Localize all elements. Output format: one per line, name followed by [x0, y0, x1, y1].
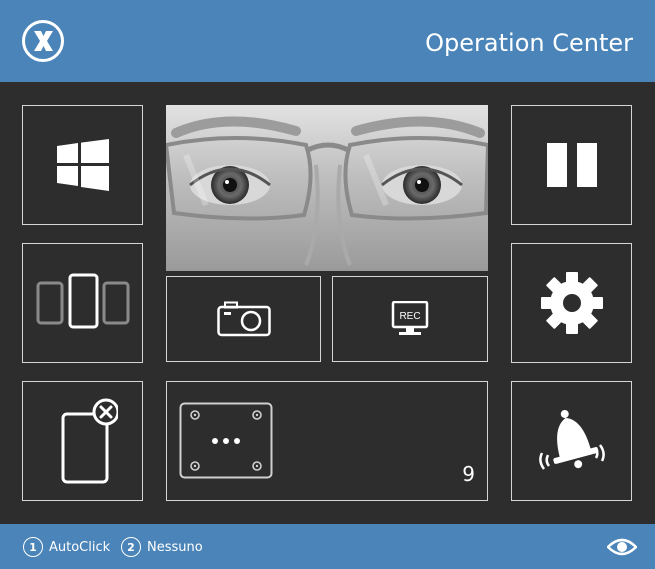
close-device-button[interactable]	[22, 381, 143, 501]
footer-item-nessuno[interactable]: 2 Nessuno	[121, 536, 203, 558]
eye-icon[interactable]	[607, 536, 637, 558]
calibration-grid-icon	[179, 402, 273, 479]
header-bar: Operation Center	[0, 0, 655, 82]
bell-icon	[538, 409, 605, 470]
footer-bar: 1 AutoClick 2 Nessuno	[0, 524, 655, 569]
rec-label: REC	[399, 311, 420, 322]
pause-icon	[546, 143, 597, 187]
close-circle-icon[interactable]	[21, 19, 65, 63]
device-switch-button[interactable]	[22, 243, 143, 363]
windows-button[interactable]	[22, 105, 143, 225]
calibration-button[interactable]: 9	[166, 381, 488, 501]
calibration-point-count: 9	[462, 462, 475, 486]
footer-item-number: 1	[23, 537, 43, 557]
footer-item-label: AutoClick	[49, 539, 111, 555]
record-screen-button[interactable]: REC	[332, 276, 488, 362]
camera-icon	[216, 301, 271, 337]
devices-icon	[36, 273, 129, 329]
screen-record-icon: REC	[391, 301, 429, 335]
settings-button[interactable]	[511, 243, 632, 363]
page-title: Operation Center	[425, 29, 633, 57]
alarm-button[interactable]	[511, 381, 632, 501]
device-close-icon	[61, 398, 118, 484]
windows-icon	[56, 139, 109, 191]
eye-camera-feed	[166, 105, 488, 271]
footer-item-number: 2	[121, 537, 141, 557]
footer-item-label: Nessuno	[147, 539, 203, 555]
footer-item-autoclick[interactable]: 1 AutoClick	[23, 536, 110, 558]
snapshot-button[interactable]	[166, 276, 321, 362]
pause-button[interactable]	[511, 105, 632, 225]
eye-feed-image	[166, 105, 488, 271]
gear-icon	[540, 272, 603, 334]
